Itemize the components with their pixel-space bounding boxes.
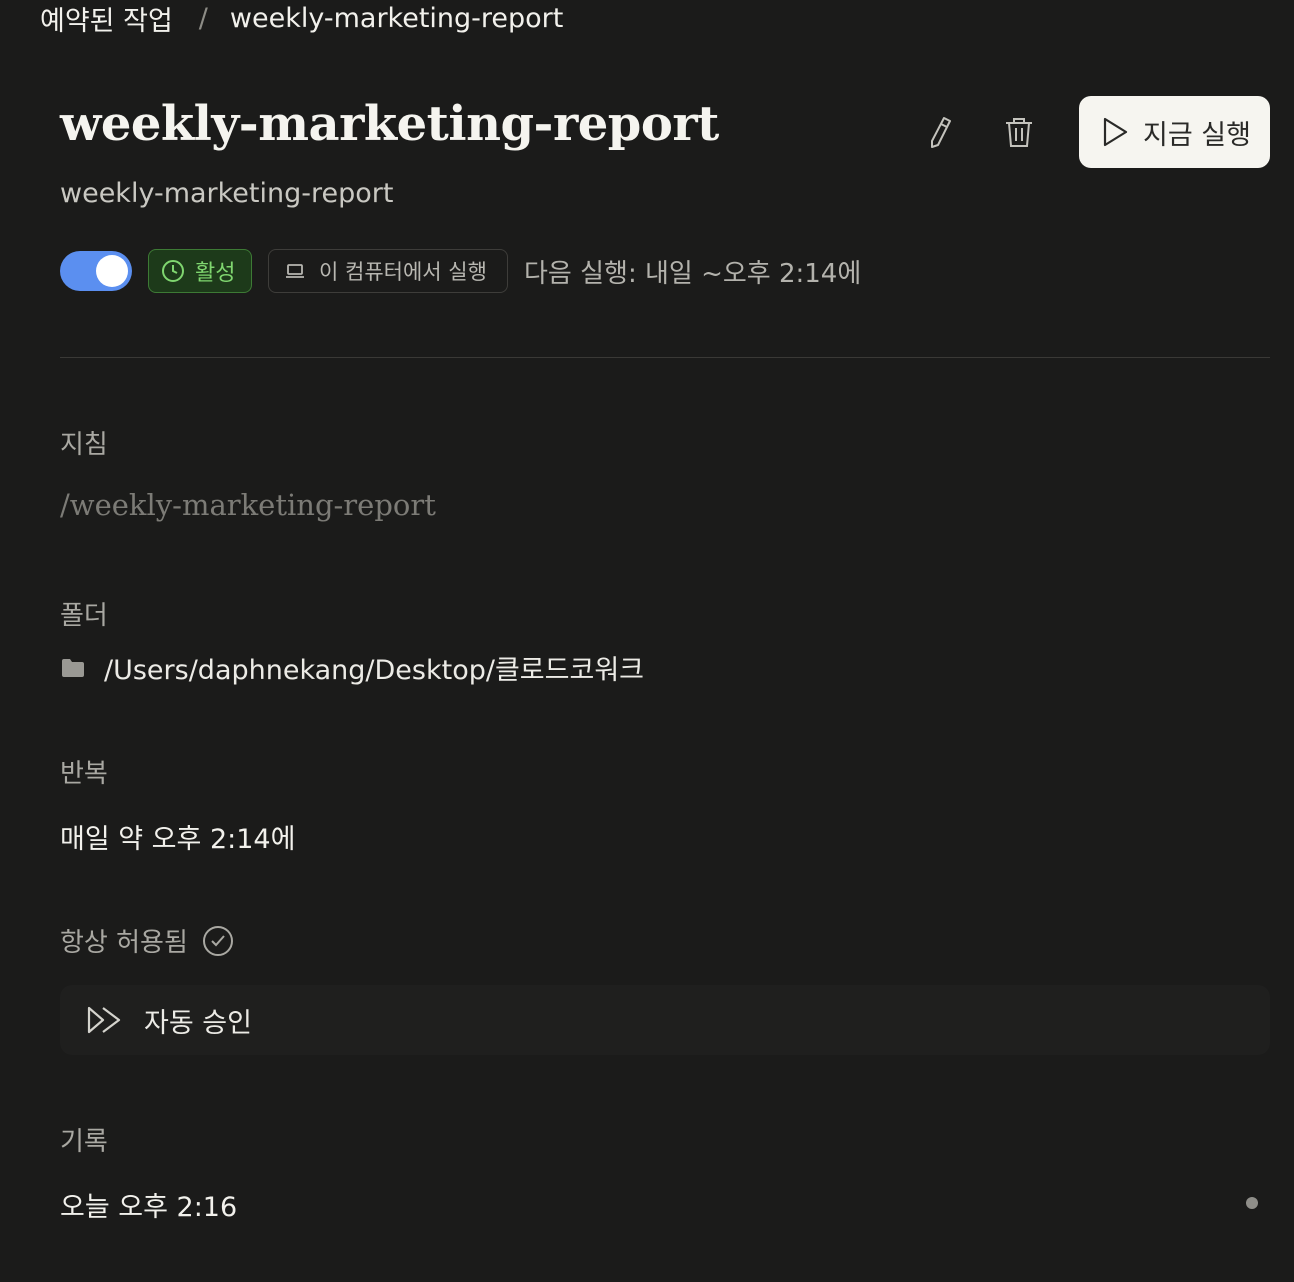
- history-label: 기록: [60, 1127, 108, 1157]
- clock-icon: [162, 260, 184, 282]
- auto-approve-item[interactable]: 자동 승인: [60, 985, 1270, 1055]
- always-allowed-label: 항상 허용됨: [60, 928, 188, 958]
- laptop-icon: [286, 264, 304, 278]
- divider: [60, 357, 1270, 358]
- pencil-icon: [931, 117, 951, 148]
- fast-forward-icon: [87, 1006, 121, 1034]
- breadcrumb: 예약된 작업 / weekly-marketing-report: [40, 0, 564, 38]
- history-status-dot: [1246, 1197, 1258, 1209]
- delete-button[interactable]: [995, 108, 1043, 156]
- check-circle-icon: [202, 925, 233, 956]
- repeat-label: 반복: [60, 759, 108, 789]
- toggle-knob: [96, 255, 128, 287]
- folder-path: /Users/daphnekang/Desktop/클로드코워크: [104, 655, 644, 686]
- folder-icon: [62, 658, 84, 677]
- trash-icon: [1006, 118, 1032, 147]
- enabled-toggle[interactable]: [60, 251, 132, 291]
- folder-path-row: /Users/daphnekang/Desktop/클로드코워크: [60, 648, 644, 687]
- run-location-label: 이 컴퓨터에서 실행: [319, 260, 487, 284]
- edit-button[interactable]: [916, 108, 964, 156]
- auto-approve-label: 자동 승인: [144, 1007, 252, 1039]
- always-allowed-label-row: 항상 허용됨: [60, 922, 234, 959]
- status-badge-active: 활성: [148, 249, 252, 293]
- play-icon: [1103, 117, 1128, 147]
- instructions-value: /weekly-marketing-report: [60, 488, 436, 522]
- breadcrumb-current: weekly-marketing-report: [229, 2, 564, 34]
- scheduled-task-detail: 예약된 작업 / weekly-marketing-report weekly-…: [0, 0, 1294, 1282]
- status-active-label: 활성: [195, 261, 236, 286]
- run-now-label: 지금 실행: [1143, 119, 1251, 151]
- run-now-button[interactable]: 지금 실행: [1079, 96, 1270, 168]
- breadcrumb-separator: /: [198, 2, 208, 34]
- folder-label: 폴더: [60, 601, 108, 631]
- history-entry-time[interactable]: 오늘 오후 2:16: [60, 1185, 237, 1224]
- repeat-value: 매일 약 오후 2:14에: [60, 824, 296, 855]
- breadcrumb-parent-link[interactable]: 예약된 작업: [40, 0, 173, 38]
- next-run-text: 다음 실행: 내일 ~오후 2:14에: [524, 259, 862, 289]
- instructions-label: 지침: [60, 430, 108, 460]
- page-subtitle: weekly-marketing-report: [60, 178, 394, 209]
- run-location-badge: 이 컴퓨터에서 실행: [268, 249, 508, 293]
- page-title: weekly-marketing-report: [60, 96, 719, 152]
